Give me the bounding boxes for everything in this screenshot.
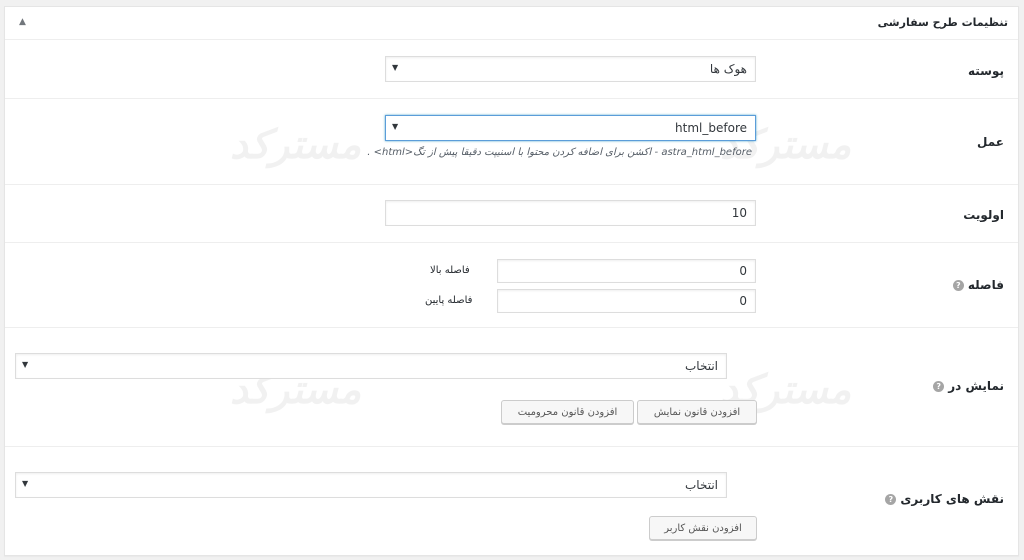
spacing-label-text: فاصله: [967, 278, 1004, 292]
display-on-select[interactable]: ▼ انتخاب: [15, 353, 727, 379]
action-description: astra_html_before - اکشن برای اضافه کردن…: [367, 147, 752, 158]
priority-input[interactable]: 10: [385, 200, 756, 226]
chevron-down-icon: ▼: [392, 63, 399, 72]
spacing-top-label: فاصله بالا: [430, 265, 470, 276]
row-spacing: فاصله ? 0 فاصله بالا 0 فاصله پایین: [5, 243, 1018, 328]
row-hook-type: پوسته ▼ هوک ها: [5, 41, 1018, 99]
user-roles-label-text: نقش های کاربری: [900, 492, 1004, 506]
hook-type-value: هوک ها: [709, 62, 747, 76]
custom-layout-settings-panel: مسترکد مسترکد مسترکد مسترکد ▲ تنظیمات طر…: [4, 6, 1019, 556]
priority-label: اولویت: [963, 208, 1004, 222]
spacing-top-input[interactable]: 0: [497, 259, 756, 283]
chevron-down-icon: ▼: [22, 479, 29, 488]
spacing-bottom-input[interactable]: 0: [497, 289, 756, 313]
row-action: عمل ▼ html_before astra_html_before - اک…: [5, 99, 1018, 185]
hook-type-select[interactable]: ▼ هوک ها: [385, 56, 756, 82]
spacing-label: فاصله ?: [952, 278, 1004, 292]
chevron-down-icon: ▼: [22, 360, 29, 369]
priority-label-text: اولویت: [963, 208, 1004, 222]
help-icon[interactable]: ?: [933, 380, 945, 392]
collapse-arrow-icon[interactable]: ▲: [19, 17, 26, 27]
spacing-top-value: 0: [739, 264, 747, 278]
hook-type-label: پوسته: [968, 64, 1004, 78]
display-on-label-text: نمایش در: [948, 379, 1004, 393]
panel-header[interactable]: ▲ تنظیمات طرح سفارشی: [5, 7, 1018, 40]
action-select[interactable]: ▼ html_before: [385, 115, 756, 141]
user-roles-value: انتخاب: [685, 478, 718, 492]
user-roles-label: نقش های کاربری ?: [885, 492, 1004, 506]
add-display-rule-button[interactable]: افزودن قانون نمایش: [637, 400, 757, 424]
help-icon[interactable]: ?: [952, 279, 964, 291]
priority-value: 10: [731, 206, 747, 220]
hook-type-label-text: پوسته: [967, 64, 1004, 78]
display-on-value: انتخاب: [685, 359, 718, 373]
user-roles-select[interactable]: ▼ انتخاب: [15, 472, 727, 498]
row-user-roles: نقش های کاربری ? ▼ انتخاب افزودن نقش کار…: [5, 447, 1018, 555]
row-priority: اولویت 10: [5, 185, 1018, 243]
action-label: عمل: [977, 135, 1004, 149]
action-value: html_before: [675, 121, 747, 135]
chevron-down-icon: ▼: [392, 122, 399, 131]
display-on-label: نمایش در ?: [933, 379, 1004, 393]
add-exclusion-rule-button[interactable]: افزودن قانون محرومیت: [501, 400, 634, 424]
action-label-text: عمل: [977, 135, 1004, 149]
spacing-bottom-value: 0: [739, 294, 747, 308]
row-display-on: نمایش در ? ▼ انتخاب افزودن قانون نمایش ا…: [5, 328, 1018, 447]
spacing-bottom-label: فاصله پایین: [425, 295, 473, 306]
panel-title: تنظیمات طرح سفارشی: [877, 16, 1008, 29]
add-user-role-button[interactable]: افزودن نقش کاربر: [649, 516, 757, 540]
help-icon[interactable]: ?: [885, 493, 897, 505]
